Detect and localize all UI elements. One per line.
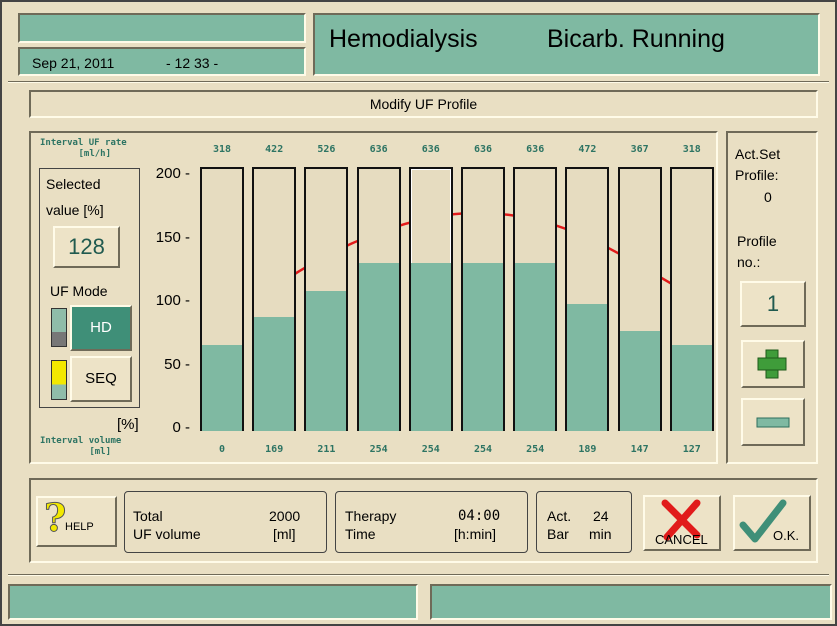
act-set-line2: Profile: [735,167,779,183]
uf-profile-bar[interactable] [513,167,558,431]
profile-number: 1 [766,291,780,316]
total-label-line2: UF volume [133,526,201,542]
increase-button[interactable] [741,340,805,388]
act-value: 24 [593,508,609,524]
uf-profile-bar[interactable] [617,167,662,431]
profile-no-line2: no.: [737,254,761,270]
total-label-line1: Total [133,508,163,524]
act-label-line2: Bar [547,526,569,542]
bar-fill [515,263,556,431]
act-bar-box: Act. Bar 24 min [536,491,632,553]
act-set-value: 0 [764,189,772,205]
bottom-left-field [8,584,418,620]
uf-profile-bar[interactable] [356,167,401,431]
therapy-time-box: Therapy Time 04:00 [h:min] [335,491,528,553]
bar-fill [671,344,712,431]
ok-button[interactable]: O.K. [733,495,811,551]
act-label-line1: Act. [547,508,572,524]
help-label: HELP [65,521,94,533]
uf-profile-bar[interactable] [565,167,610,431]
total-uf-volume-box: Total UF volume 2000 [ml] [124,491,327,553]
minus-icon [756,417,790,428]
decrease-button[interactable] [741,398,805,446]
cancel-label: CANCEL [655,532,708,547]
uf-profile-bar[interactable] [669,167,714,431]
bar-fill [567,304,608,431]
therapy-label-line2: Time [345,526,376,542]
bar-fill [306,291,347,431]
therapy-value: 04:00 [458,508,501,524]
act-set-line1: Act.Set [735,146,781,162]
total-unit: [ml] [273,526,296,542]
therapy-unit: [h:min] [454,526,497,542]
question-mark-icon: ? [43,495,67,541]
uf-profile-bar[interactable] [200,167,244,431]
plus-icon [757,349,787,379]
uf-profile-bar[interactable] [252,167,297,431]
profile-no-line1: Profile [737,233,777,249]
bar-fill [463,263,503,431]
uf-profile-bar[interactable] [408,167,453,431]
bar-fill [619,330,660,431]
profile-number-field[interactable]: 1 [740,281,806,327]
help-button[interactable]: ? HELP [36,495,117,547]
footer-divider [8,574,829,576]
uf-profile-bar[interactable] [461,167,505,431]
ok-label: O.K. [773,528,800,543]
bar-fill [358,263,399,431]
bar-fill [202,344,242,431]
cancel-button[interactable]: CANCEL [643,495,721,551]
total-value: 2000 [269,508,301,524]
bar-fill [410,263,451,431]
therapy-label-line1: Therapy [345,508,397,524]
bar-fill [254,316,295,431]
act-unit: min [589,526,612,542]
uf-profile-bar[interactable] [304,167,349,431]
bottom-right-field [430,584,832,620]
